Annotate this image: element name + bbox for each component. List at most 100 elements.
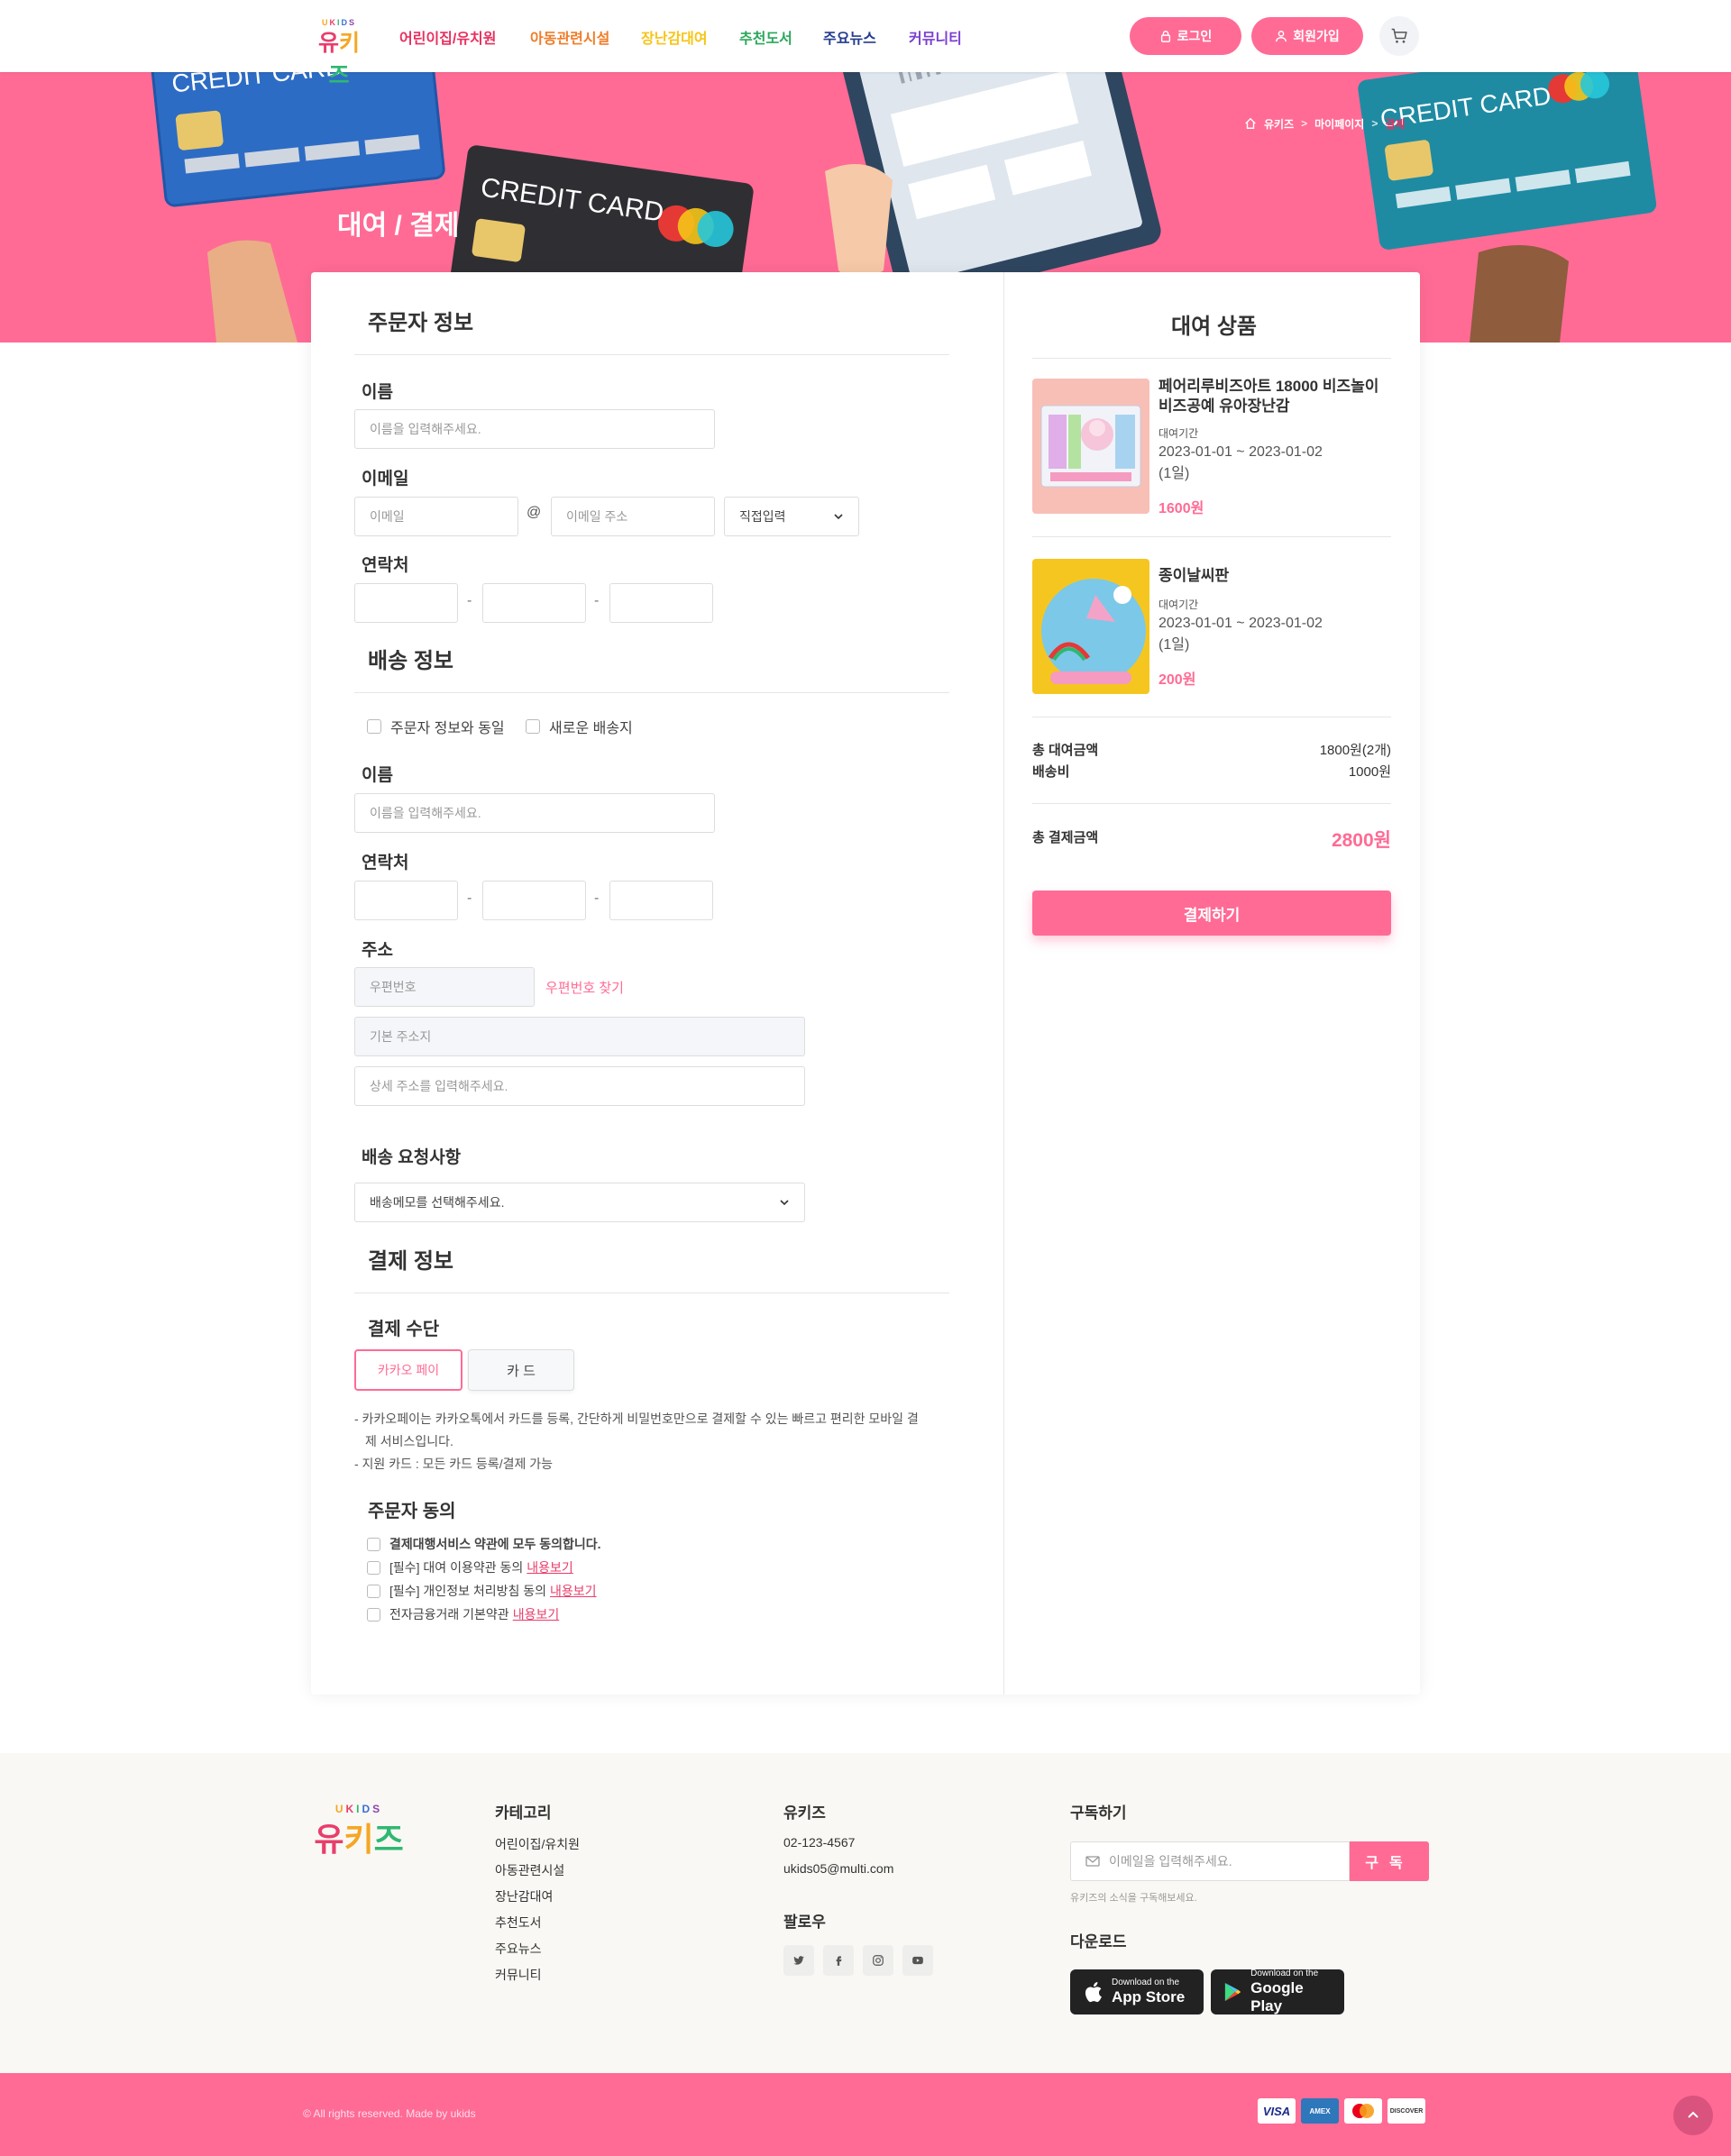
checkout-card: 주문자 정보 이름 이름을 입력해주세요. 이메일 이메일 @ 이메일 주소 직… <box>311 272 1420 1695</box>
mastercard-icon <box>1344 2098 1382 2124</box>
new-address-checkbox[interactable]: 새로운 배송지 <box>526 716 633 737</box>
view-efinance-link[interactable]: 내용보기 <box>513 1605 560 1623</box>
google-play-button[interactable]: Download on the Google Play <box>1211 1969 1344 2014</box>
product-name[interactable]: 종이날씨판 <box>1159 566 1397 586</box>
orderer-section-title: 주문자 정보 <box>368 311 474 335</box>
rental-period-label: 대여기간 <box>1159 427 1199 440</box>
zipcode-input[interactable]: 우편번호 <box>354 967 535 1007</box>
delivery-request-label: 배송 요청사항 <box>362 1148 462 1167</box>
breadcrumb-mypage[interactable]: 마이페이지 <box>1314 116 1364 132</box>
app-store-label: App Store <box>1112 1988 1186 2005</box>
email-domain-select[interactable]: 직접입력 <box>724 497 859 536</box>
agree-terms-label: [필수] 대여 이용약관 동의 <box>389 1560 524 1575</box>
agree-terms-checkbox[interactable]: [필수] 대여 이용약관 동의 내용보기 <box>367 1558 573 1576</box>
subscribe-button[interactable]: 구독 <box>1350 1841 1429 1881</box>
agree-privacy-checkbox[interactable]: [필수] 개인정보 처리방침 동의 내용보기 <box>367 1582 597 1600</box>
orderer-name-input[interactable]: 이름을 입력해주세요. <box>354 409 715 449</box>
total-payment-label: 총 결제금액 <box>1032 830 1099 845</box>
agree-all-checkbox[interactable]: 결제대행서비스 약관에 모두 동의합니다. <box>367 1535 601 1553</box>
home-icon[interactable] <box>1244 117 1257 130</box>
kakao-pay-button[interactable]: 카카오 페이 <box>354 1349 463 1391</box>
breadcrumb-home[interactable]: 유키즈 <box>1264 116 1294 132</box>
orderer-phone-1[interactable] <box>354 583 458 623</box>
checkbox[interactable] <box>367 1584 380 1598</box>
footer-category-link[interactable]: 주요뉴스 <box>495 1940 542 1958</box>
footer-category-link[interactable]: 아동관련시설 <box>495 1861 564 1879</box>
site-footer: UKIDS 유키즈 카테고리 어린이집/유치원 아동관련시설 장난감대여 추천도… <box>0 1753 1731 2073</box>
product-image[interactable] <box>1032 559 1149 694</box>
footer-category-link[interactable]: 커뮤니티 <box>495 1966 542 1984</box>
cart-button[interactable] <box>1379 16 1419 56</box>
nav-item-books[interactable]: 추천도서 <box>739 26 792 48</box>
chevron-down-icon <box>780 1200 789 1206</box>
subscribe-placeholder: 이메일을 입력해주세요. <box>1109 1854 1232 1868</box>
view-privacy-link[interactable]: 내용보기 <box>550 1582 597 1600</box>
nav-item-news[interactable]: 주요뉴스 <box>823 26 876 48</box>
delivery-memo-select[interactable]: 배송메모를 선택해주세요. <box>354 1183 805 1222</box>
nav-item-daycare[interactable]: 어린이집/유치원 <box>399 26 497 48</box>
base-address-input[interactable]: 기본 주소지 <box>354 1017 805 1056</box>
site-logo[interactable]: UKIDS 유키즈 <box>312 18 366 88</box>
nav-item-facilities[interactable]: 아동관련시설 <box>530 26 609 48</box>
footer-category-link[interactable]: 어린이집/유치원 <box>495 1835 580 1853</box>
twitter-icon[interactable] <box>783 1945 814 1976</box>
subscribe-email-input[interactable]: 이메일을 입력해주세요. <box>1070 1841 1350 1881</box>
rental-days: (1일) <box>1159 637 1190 653</box>
rental-dates: 2023-01-01 ~ 2023-01-02 <box>1159 444 1323 460</box>
orderer-email-label: 이메일 <box>362 470 409 489</box>
chevron-down-icon <box>834 514 843 520</box>
weather-board-toy-image <box>1041 579 1146 684</box>
orderer-phone-3[interactable] <box>609 583 713 623</box>
orderer-phone-2[interactable] <box>482 583 586 623</box>
rental-days: (1일) <box>1159 466 1190 481</box>
checkbox[interactable] <box>367 1537 380 1551</box>
footer-category-link[interactable]: 장난감대여 <box>495 1887 553 1905</box>
shipping-name-input[interactable]: 이름을 입력해주세요. <box>354 793 715 833</box>
footer-category-link[interactable]: 추천도서 <box>495 1914 542 1932</box>
breadcrumb: 유키즈 > 마이페이지 > 결제 <box>1244 114 1405 132</box>
checkbox[interactable] <box>526 719 540 734</box>
footer-email[interactable]: ukids05@multi.com <box>783 1861 893 1876</box>
app-store-button[interactable]: Download on the App Store <box>1070 1969 1204 2014</box>
amex-card-icon: AMEX <box>1301 2098 1339 2124</box>
payment-note: - 카카오페이는 카카오톡에서 카드를 등록, 간단하게 비밀번호만으로 결제할… <box>354 1408 967 1475</box>
product-name[interactable]: 페어리루비즈아트 18000 비즈놀이 비즈공예 유아장난감 <box>1159 377 1397 416</box>
checkbox[interactable] <box>367 719 381 734</box>
detail-address-input[interactable]: 상세 주소를 입력해주세요. <box>354 1066 805 1106</box>
email-domain-input[interactable]: 이메일 주소 <box>551 497 715 536</box>
scroll-to-top-button[interactable] <box>1673 2096 1713 2135</box>
zipcode-search-link[interactable]: 우편번호 찾기 <box>545 978 624 997</box>
shipping-phone-label: 연락처 <box>362 854 409 872</box>
email-id-input[interactable]: 이메일 <box>354 497 518 536</box>
page-title: 대여 / 결제 <box>337 211 460 241</box>
phone-dash: - <box>594 593 600 608</box>
view-terms-link[interactable]: 내용보기 <box>527 1558 573 1576</box>
cart-icon <box>1391 28 1407 43</box>
breadcrumb-current: 결제 <box>1385 117 1406 131</box>
instagram-icon[interactable] <box>863 1945 893 1976</box>
rental-period-label: 대여기간 <box>1159 598 1199 611</box>
google-play-label: Google Play <box>1250 1979 1304 2014</box>
divider <box>354 354 949 355</box>
same-as-orderer-checkbox[interactable]: 주문자 정보와 동일 <box>367 716 505 737</box>
checkout-button[interactable]: 결제하기 <box>1032 891 1391 936</box>
youtube-icon[interactable] <box>902 1945 933 1976</box>
shipping-phone-1[interactable] <box>354 881 458 920</box>
shipping-phone-3[interactable] <box>609 881 713 920</box>
product-image[interactable] <box>1032 379 1149 514</box>
agree-efinance-checkbox[interactable]: 전자금융거래 기본약관 내용보기 <box>367 1605 559 1623</box>
signup-button[interactable]: 회원가입 <box>1251 17 1363 55</box>
chevron-right-icon: > <box>1371 117 1378 130</box>
checkbox[interactable] <box>367 1560 380 1575</box>
copyright-bar: © All rights reserved. Made by ukids VIS… <box>0 2073 1731 2156</box>
card-pay-button[interactable]: 카 드 <box>468 1349 574 1391</box>
nav-item-toy-rental[interactable]: 장난감대여 <box>641 26 708 48</box>
agree-all-label: 결제대행서비스 약관에 모두 동의합니다. <box>389 1537 601 1551</box>
rental-dates: 2023-01-01 ~ 2023-01-02 <box>1159 616 1323 631</box>
shipping-phone-2[interactable] <box>482 881 586 920</box>
login-button[interactable]: 로그인 <box>1130 17 1241 55</box>
footer-logo[interactable]: UKIDS 유키즈 <box>309 1803 408 1858</box>
facebook-icon[interactable] <box>823 1945 854 1976</box>
nav-item-community[interactable]: 커뮤니티 <box>909 26 962 48</box>
checkbox[interactable] <box>367 1607 380 1622</box>
